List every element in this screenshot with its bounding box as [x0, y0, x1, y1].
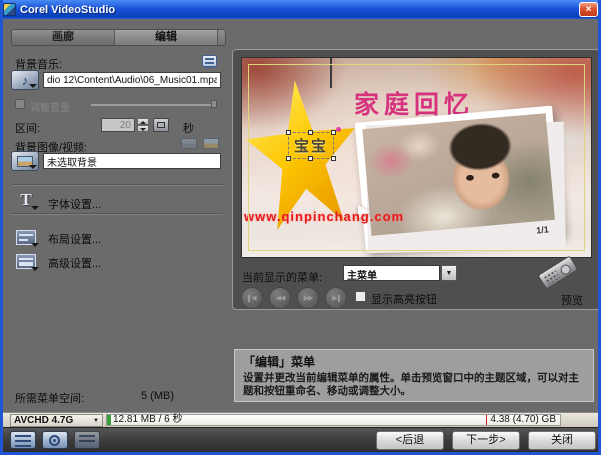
advanced-settings-button[interactable]: 高级设置...	[48, 255, 101, 271]
highlight-checkbox[interactable]	[355, 291, 366, 302]
separator	[11, 184, 223, 186]
thumbnail-photo[interactable]: 1/1	[354, 105, 564, 253]
help-description-box: 「编辑」菜单 设置并更改当前编辑菜单的属性。单击预览窗口中的主题区域，可以对主题…	[234, 349, 594, 402]
duration-stepper[interactable]	[137, 118, 149, 132]
chevron-down-icon: ▼	[93, 417, 99, 424]
music-path-input[interactable]	[43, 72, 221, 88]
layout-settings-button[interactable]: 布局设置...	[48, 231, 101, 247]
picture-icon	[17, 155, 33, 167]
duration-label: 区间:	[15, 123, 41, 135]
watermark-text: www.qinpinchang.com	[244, 209, 405, 224]
footer-bar: <后退 下一步> 关闭	[3, 427, 598, 455]
music-options-icon[interactable]	[202, 55, 217, 68]
separator	[11, 213, 223, 215]
highlight-checkbox-label: 显示高亮按钮	[371, 294, 437, 306]
duration-preset-icon[interactable]	[153, 118, 169, 132]
help-body: 设置并更改当前编辑菜单的属性。单击预览窗口中的主题区域，可以对主题和按钮重命名、…	[243, 372, 579, 397]
volume-label: 调整音量	[30, 103, 70, 114]
project-size-text: 12.81 MB / 6 秒	[113, 414, 183, 425]
title-bar: Corel VideoStudio ×	[3, 0, 598, 19]
star-string	[330, 58, 332, 88]
tab-gallery[interactable]: 画廊	[12, 30, 115, 45]
volume-checkbox	[15, 99, 25, 109]
wizard-buttons: <后退 下一步> 关闭	[376, 431, 596, 450]
video-source-icon	[181, 138, 197, 149]
star-text-selected[interactable]: 宝宝	[286, 127, 342, 161]
font-settings-button[interactable]: 字体设置...	[48, 196, 101, 212]
bg-image-picker-icon[interactable]	[11, 151, 39, 171]
preview-panel: 家庭回忆 1/1 宝宝 www.qinpinchang.com 当前显示的菜单:…	[232, 49, 598, 310]
disc-format-select[interactable]: AVCHD 4.7G ▼	[10, 414, 103, 427]
close-icon[interactable]: ×	[579, 2, 598, 17]
capacity-marker	[486, 415, 487, 425]
app-window: Corel VideoStudio × 画廊 编辑 背景音乐: ♪ 调整音量 区…	[0, 0, 601, 455]
menu-space-label: 所需菜单空间:	[15, 393, 85, 405]
selection-handle[interactable]	[286, 156, 291, 161]
current-menu-label: 当前显示的菜单:	[242, 272, 323, 284]
music-note-icon: ♪	[21, 72, 29, 88]
music-source-icon[interactable]: ♪	[11, 70, 39, 90]
last-menu-button[interactable]: ▶	[325, 287, 347, 309]
selection-handle[interactable]	[308, 156, 313, 161]
tab-bar: 画廊 编辑	[11, 29, 226, 46]
volume-slider-thumb	[211, 100, 217, 108]
volume-slider	[91, 104, 217, 106]
chevron-down-icon[interactable]: ▼	[441, 265, 457, 281]
font-settings-icon[interactable]: T	[13, 189, 39, 211]
playback-controls: ◀ ◀◀ ▶▶ ▶	[241, 287, 347, 309]
previous-menu-button[interactable]: ◀◀	[269, 287, 291, 309]
selection-handle[interactable]	[308, 130, 313, 135]
window-title: Corel VideoStudio	[20, 3, 116, 16]
disc-space-bar: 12.81 MB / 6 秒 4.38 (4.70) GB	[106, 414, 561, 426]
menu-space-value: 5 (MB)	[141, 390, 174, 402]
disc-capacity-text: 4.38 (4.70) GB	[490, 414, 556, 425]
menu-preview-video[interactable]: 家庭回忆 1/1 宝宝 www.qinpinchang.com	[241, 57, 592, 258]
advanced-settings-icon[interactable]	[13, 250, 39, 272]
settings-gear-icon[interactable]	[42, 431, 68, 449]
tab-edit[interactable]: 编辑	[115, 30, 218, 45]
current-menu-select[interactable]: 主菜单	[343, 265, 440, 282]
bg-image-input[interactable]	[43, 153, 221, 169]
image-source-icon	[203, 138, 219, 149]
remote-control-icon[interactable]	[537, 255, 579, 290]
status-bar: AVCHD 4.7G ▼ 12.81 MB / 6 秒 4.38 (4.70) …	[3, 412, 598, 427]
disc-format-value: AVCHD 4.7G	[14, 415, 74, 426]
first-menu-button[interactable]: ◀	[241, 287, 263, 309]
tab-bar-cap	[218, 30, 225, 45]
remote-preview-label: 预览	[561, 295, 583, 307]
used-space-indicator	[107, 415, 111, 425]
close-button[interactable]: 关闭	[528, 431, 596, 450]
page-indicator: 1/1	[535, 224, 550, 236]
selection-handle[interactable]	[331, 156, 337, 161]
back-button[interactable]: <后退	[376, 431, 444, 450]
selection-handle[interactable]	[286, 130, 291, 135]
app-icon	[3, 3, 16, 16]
next-menu-button[interactable]: ▶▶	[297, 287, 319, 309]
duration-input[interactable]	[101, 118, 135, 132]
project-menu-icon[interactable]	[10, 431, 36, 449]
burn-options-icon-disabled	[74, 431, 100, 449]
seconds-label: 秒	[183, 123, 194, 135]
next-button[interactable]: 下一步>	[452, 431, 520, 450]
selection-handle[interactable]	[331, 130, 337, 135]
layout-settings-icon[interactable]	[13, 226, 39, 248]
help-title: 「编辑」菜单	[243, 355, 316, 369]
rotate-handle[interactable]	[336, 127, 342, 132]
